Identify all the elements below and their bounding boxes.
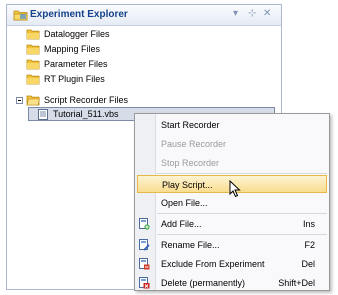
tree-item-label: Datalogger Files xyxy=(44,29,110,39)
tree-item-label: RT Plugin Files xyxy=(44,74,105,84)
menu-item-shortcut: Del xyxy=(301,259,315,269)
menu-separator xyxy=(157,213,327,214)
menu-item-add-file[interactable]: Add File... Ins xyxy=(135,215,329,233)
folder-icon xyxy=(26,73,40,89)
tree-item-script-recorder-files[interactable]: Script Recorder Files xyxy=(26,93,226,107)
panel-titlebar: Experiment Explorer ▾ ⊹ ✕ xyxy=(7,5,281,26)
menu-separator xyxy=(157,234,327,235)
script-file-icon xyxy=(38,109,48,122)
tree-item-label: Parameter Files xyxy=(44,59,108,69)
dropdown-icon[interactable]: ▾ xyxy=(233,8,238,20)
menu-item-label: Open File... xyxy=(161,198,208,208)
menu-item-delete-permanently[interactable]: Delete (permanently) Shift+Del xyxy=(135,274,329,292)
menu-item-label: Stop Recorder xyxy=(161,158,220,168)
close-icon[interactable]: ✕ xyxy=(263,8,271,20)
menu-item-shortcut: Shift+Del xyxy=(278,278,315,288)
delete-file-icon xyxy=(138,277,150,295)
menu-item-shortcut: F2 xyxy=(304,240,315,250)
menu-item-shortcut: Ins xyxy=(302,219,315,229)
menu-item-label: Exclude From Experiment xyxy=(161,259,265,269)
menu-item-rename-file[interactable]: Rename File... F2 xyxy=(135,236,329,254)
mouse-cursor-icon xyxy=(229,179,241,200)
tree-item-parameter-files[interactable]: Parameter Files xyxy=(26,57,226,71)
menu-item-label: Start Recorder xyxy=(161,120,220,130)
tree-item-rt-plugin-files[interactable]: RT Plugin Files xyxy=(26,72,226,86)
pin-icon[interactable]: ⊹ xyxy=(248,8,256,20)
menu-item-label: Delete (permanently) xyxy=(161,278,246,288)
menu-item-label: Add File... xyxy=(161,219,202,229)
menu-separator xyxy=(157,173,327,174)
menu-item-start-recorder[interactable]: Start Recorder xyxy=(135,116,329,134)
add-file-icon xyxy=(138,218,150,236)
menu-item-pause-recorder[interactable]: Pause Recorder xyxy=(135,135,329,153)
menu-item-exclude-from-experiment[interactable]: Exclude From Experiment Del xyxy=(135,255,329,273)
menu-item-label: Pause Recorder xyxy=(161,139,227,149)
menu-item-label: Play Script... xyxy=(162,180,213,190)
explorer-folder-icon xyxy=(13,8,28,23)
tree-item-mapping-files[interactable]: Mapping Files xyxy=(26,42,226,56)
tree-item-label: Mapping Files xyxy=(44,44,101,54)
collapse-toggle-icon[interactable] xyxy=(16,97,23,104)
selected-file-label: Tutorial_511.vbs xyxy=(53,109,119,119)
tree-item-datalogger-files[interactable]: Datalogger Files xyxy=(26,27,226,41)
panel-title: Experiment Explorer xyxy=(30,9,128,20)
tree-item-label: Script Recorder Files xyxy=(44,95,129,105)
context-menu: Start Recorder Pause Recorder Stop Recor… xyxy=(134,113,330,291)
menu-item-stop-recorder[interactable]: Stop Recorder xyxy=(135,154,329,172)
menu-item-label: Rename File... xyxy=(161,240,220,250)
